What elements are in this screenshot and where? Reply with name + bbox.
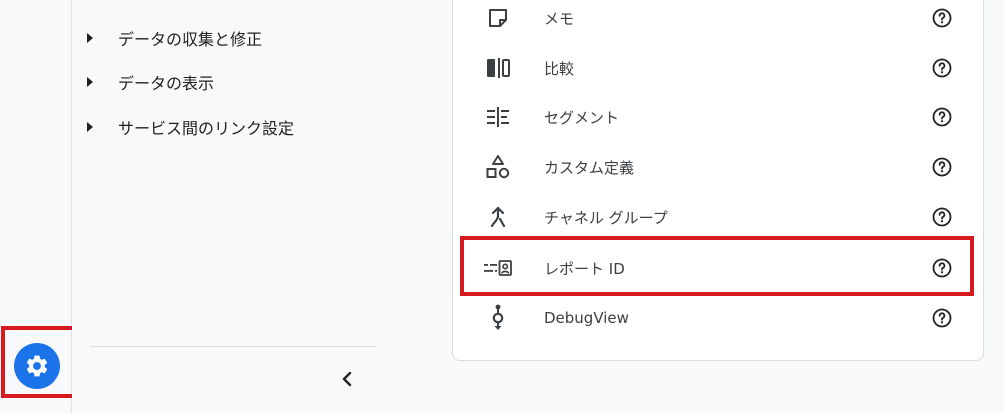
row-label: チャネル グループ — [544, 208, 668, 227]
note-icon — [483, 3, 513, 33]
row-label: カスタム定義 — [544, 158, 635, 177]
debug-view-icon — [483, 303, 513, 333]
row-label: セグメント — [544, 108, 620, 127]
channel-group-icon — [483, 202, 513, 232]
row-debugview[interactable]: DebugView — [453, 296, 983, 340]
nav-item-data-display[interactable]: データの表示 — [86, 67, 214, 97]
help-icon[interactable] — [931, 156, 953, 178]
nav-item-product-links[interactable]: サービス間のリンク設定 — [86, 112, 294, 142]
help-icon[interactable] — [931, 206, 953, 228]
help-icon[interactable] — [931, 307, 953, 329]
row-label: メモ — [544, 9, 575, 28]
row-label: 比較 — [544, 59, 575, 78]
nav-divider — [90, 346, 376, 347]
row-channel-group[interactable]: チャネル グループ — [453, 195, 983, 239]
chevron-left-icon — [342, 371, 352, 387]
help-icon[interactable] — [931, 106, 953, 128]
row-label: DebugView — [544, 309, 629, 327]
gear-highlight-box — [1, 326, 77, 398]
row-compare[interactable]: 比較 — [453, 46, 983, 90]
caret-right-icon — [86, 121, 98, 133]
help-icon[interactable] — [931, 7, 953, 29]
data-display-card: メモ 比較 セグメント カスタム定義 チャネル グループ レポート ID Deb… — [452, 0, 984, 361]
nav-item-label: データの表示 — [118, 74, 215, 93]
nav-item-label: サービス間のリンク設定 — [118, 119, 295, 138]
report-id-highlight-box — [460, 236, 974, 296]
custom-definitions-icon — [483, 152, 513, 182]
segment-icon — [483, 102, 513, 132]
row-memo[interactable]: メモ — [453, 0, 983, 40]
caret-right-icon — [86, 32, 98, 44]
collapse-nav-button[interactable] — [334, 366, 360, 392]
admin-nav-panel: データの収集と修正 データの表示 サービス間のリンク設定 — [72, 0, 392, 413]
nav-item-label: データの収集と修正 — [118, 30, 263, 49]
row-custom-definitions[interactable]: カスタム定義 — [453, 145, 983, 189]
caret-right-icon — [86, 76, 98, 88]
row-segment[interactable]: セグメント — [453, 95, 983, 139]
nav-item-data-collection[interactable]: データの収集と修正 — [86, 23, 262, 53]
compare-icon — [483, 53, 513, 83]
help-icon[interactable] — [931, 57, 953, 79]
